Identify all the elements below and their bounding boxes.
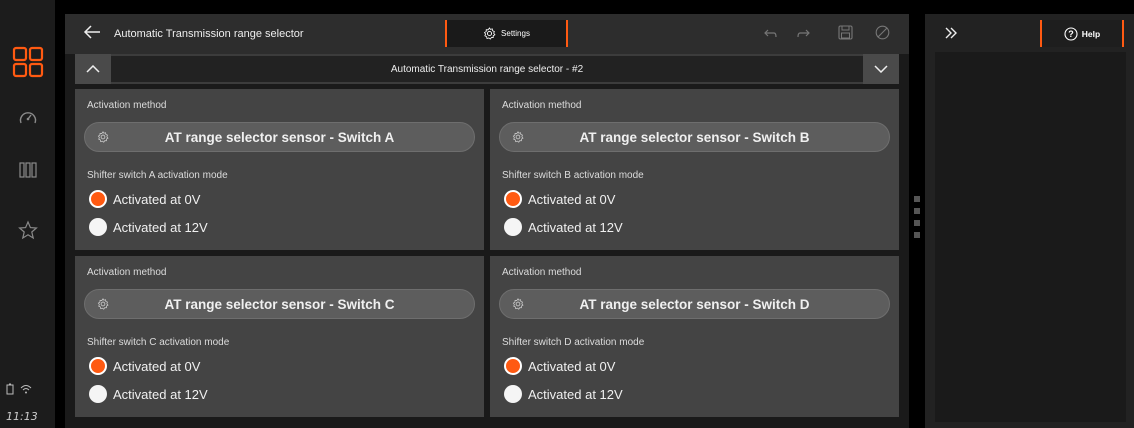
help-label: Help (1081, 28, 1101, 39)
radio-label: Activated at 0V (113, 191, 201, 207)
radio-option-12v[interactable]: Activated at 12V (89, 216, 208, 238)
settings-label: Settings (501, 29, 530, 38)
settings-icon (483, 27, 496, 40)
sensor-label: AT range selector sensor - Switch D (579, 296, 810, 312)
radio-label: Activated at 12V (528, 219, 623, 235)
activation-method-label: Activation method (502, 100, 582, 111)
splitter-handle-dot (914, 208, 920, 214)
radio-unselected-icon (89, 385, 107, 403)
rail-separator (55, 0, 65, 428)
radio-label: Activated at 0V (528, 191, 616, 207)
switch-d-card: Activation method AT range selector sens… (490, 256, 899, 417)
radio-option-12v[interactable]: Activated at 12V (89, 383, 208, 405)
columns-icon[interactable] (0, 160, 55, 180)
chevron-down-icon[interactable] (863, 54, 899, 84)
clock-time: 11:13 (6, 410, 38, 423)
cancel-icon[interactable] (875, 25, 890, 45)
undo-icon[interactable] (762, 27, 778, 45)
star-icon[interactable] (0, 220, 55, 240)
settings-icon (512, 131, 524, 146)
settings-button[interactable]: Settings (445, 20, 568, 47)
radio-unselected-icon (504, 385, 522, 403)
left-rail: 11:13 (0, 0, 55, 428)
double-chevron-right-icon[interactable] (944, 26, 958, 45)
settings-icon (97, 131, 109, 146)
radio-label: Activated at 0V (528, 358, 616, 374)
settings-icon (97, 298, 109, 313)
radio-option-0v[interactable]: Activated at 0V (504, 355, 615, 377)
radio-selected-icon (504, 357, 522, 375)
radio-unselected-icon (504, 218, 522, 236)
switch-b-card: Activation method AT range selector sens… (490, 89, 899, 250)
sensor-select-button[interactable]: AT range selector sensor - Switch A (84, 122, 475, 152)
help-icon: ? (1064, 26, 1078, 41)
radio-unselected-icon (89, 218, 107, 236)
radio-selected-icon (504, 190, 522, 208)
radio-label: Activated at 0V (113, 358, 201, 374)
activation-mode-label: Shifter switch D activation mode (502, 337, 645, 348)
activation-mode-label: Shifter switch B activation mode (502, 170, 644, 181)
save-icon[interactable] (838, 25, 853, 45)
sensor-select-button[interactable]: AT range selector sensor - Switch D (499, 289, 890, 319)
arrow-left-icon[interactable] (83, 25, 101, 44)
sensor-select-button[interactable]: AT range selector sensor - Switch B (499, 122, 890, 152)
chevron-up-icon[interactable] (75, 54, 111, 84)
help-button[interactable]: ? Help (1040, 20, 1124, 47)
radio-option-0v[interactable]: Activated at 0V (89, 355, 200, 377)
page-title: Automatic Transmission range selector (114, 28, 304, 40)
radio-label: Activated at 12V (113, 386, 208, 402)
sensor-select-button[interactable]: AT range selector sensor - Switch C (84, 289, 475, 319)
radio-option-0v[interactable]: Activated at 0V (504, 188, 615, 210)
sensor-label: AT range selector sensor - Switch B (579, 129, 810, 145)
switch-c-card: Activation method AT range selector sens… (75, 256, 484, 417)
radio-label: Activated at 12V (113, 219, 208, 235)
gauge-icon[interactable] (0, 108, 55, 128)
redo-icon[interactable] (796, 27, 812, 45)
help-panel-content (935, 52, 1126, 422)
selector-label: Automatic Transmission range selector - … (111, 56, 863, 82)
switch-a-card: Activation method AT range selector sens… (75, 89, 484, 250)
radio-option-12v[interactable]: Activated at 12V (504, 383, 623, 405)
splitter-handle[interactable] (914, 196, 920, 202)
home-grid-icon[interactable] (0, 46, 55, 78)
radio-option-12v[interactable]: Activated at 12V (504, 216, 623, 238)
settings-icon (512, 298, 524, 313)
sensor-label: AT range selector sensor - Switch C (164, 296, 395, 312)
radio-selected-icon (89, 357, 107, 375)
activation-method-label: Activation method (502, 267, 582, 278)
battery-icon (6, 382, 14, 400)
activation-method-label: Activation method (87, 100, 167, 111)
svg-text:?: ? (1068, 29, 1074, 39)
sensor-label: AT range selector sensor - Switch A (164, 129, 395, 145)
activation-method-label: Activation method (87, 267, 167, 278)
wifi-icon (20, 382, 32, 400)
splitter-handle-dot (914, 232, 920, 238)
radio-label: Activated at 12V (528, 386, 623, 402)
activation-mode-label: Shifter switch C activation mode (87, 337, 230, 348)
radio-option-0v[interactable]: Activated at 0V (89, 188, 200, 210)
activation-mode-label: Shifter switch A activation mode (87, 170, 228, 181)
radio-selected-icon (89, 190, 107, 208)
splitter-handle-dot (914, 220, 920, 226)
